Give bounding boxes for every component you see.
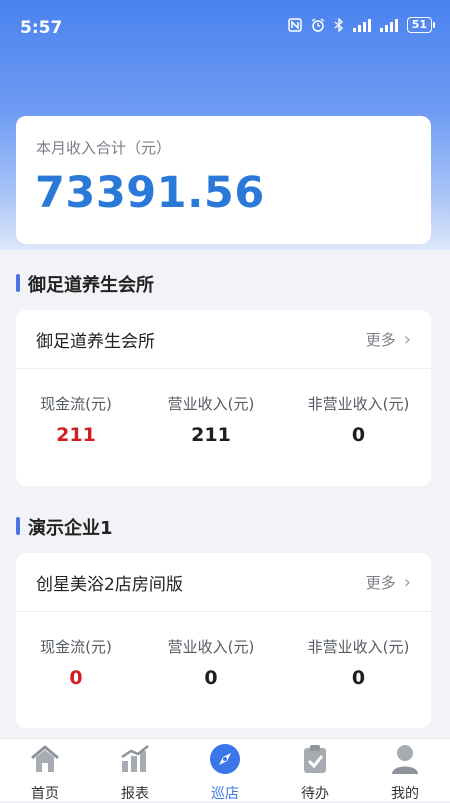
tab-store-inspection[interactable]: 巡店 xyxy=(180,739,270,802)
stat-value: 0 xyxy=(69,667,83,689)
tab-home[interactable]: 首页 xyxy=(0,739,90,802)
tab-label: 首页 xyxy=(31,786,59,802)
store-stats: 现金流(元) 0 营业收入(元) 0 非营业收入(元) 0 xyxy=(16,612,431,729)
stat-cash-flow: 现金流(元) 0 xyxy=(16,636,136,689)
signal-icon-2 xyxy=(379,18,398,32)
stat-cash-flow: 现金流(元) 211 xyxy=(16,393,136,446)
store-card-header[interactable]: 创星美浴2店房间版 更多 › xyxy=(16,553,431,612)
more-link[interactable]: 更多 › xyxy=(366,572,411,593)
signal-icon xyxy=(352,18,371,32)
tab-label: 报表 xyxy=(121,786,149,802)
section-title-1: 御足道养生会所 xyxy=(16,271,154,297)
monthly-income-label: 本月收入合计（元） xyxy=(36,139,172,157)
stat-label: 现金流(元) xyxy=(40,638,112,656)
battery-icon: 51 xyxy=(406,17,436,33)
home-icon xyxy=(31,745,59,772)
store-stats: 现金流(元) 211 营业收入(元) 211 非营业收入(元) 0 xyxy=(16,369,431,486)
nfc-icon xyxy=(287,18,302,32)
status-bar: 5:57 51 xyxy=(0,0,450,50)
tab-label: 巡店 xyxy=(211,786,239,802)
stat-value: 0 xyxy=(204,667,218,689)
status-time: 5:57 xyxy=(20,18,63,38)
store-card-1: 御足道养生会所 更多 › 现金流(元) 211 营业收入(元) 211 非营业收… xyxy=(16,310,431,486)
status-icons: 51 xyxy=(287,17,436,33)
stat-operating-income: 营业收入(元) 211 xyxy=(151,393,271,446)
tab-profile[interactable]: 我的 xyxy=(360,739,450,802)
stat-value: 211 xyxy=(56,424,96,446)
monthly-income-card: 本月收入合计（元） 73391.56 xyxy=(16,116,431,244)
tab-reports[interactable]: 报表 xyxy=(90,739,180,802)
store-name: 创星美浴2店房间版 xyxy=(36,575,183,595)
store-card-header[interactable]: 御足道养生会所 更多 › xyxy=(16,310,431,369)
chevron-right-icon: › xyxy=(403,571,411,593)
stat-label: 营业收入(元) xyxy=(167,395,255,413)
stat-value: 211 xyxy=(191,424,231,446)
more-label: 更多 xyxy=(365,331,396,349)
stat-label: 非营业收入(元) xyxy=(307,638,410,656)
store-card-2: 创星美浴2店房间版 更多 › 现金流(元) 0 营业收入(元) 0 非营业收入(… xyxy=(16,553,431,728)
alarm-icon xyxy=(311,18,325,32)
tab-label: 待办 xyxy=(301,786,329,802)
more-link[interactable]: 更多 › xyxy=(366,329,411,350)
more-label: 更多 xyxy=(365,574,396,592)
bottom-tab-bar: 首页 报表 巡店 待办 我的 xyxy=(0,738,450,802)
stat-label: 非营业收入(元) xyxy=(307,395,410,413)
report-chart-icon xyxy=(121,745,149,772)
compass-icon xyxy=(210,744,240,774)
bluetooth-icon xyxy=(334,18,343,32)
stat-operating-income: 营业收入(元) 0 xyxy=(151,636,271,689)
monthly-income-value: 73391.56 xyxy=(35,168,265,218)
stat-label: 营业收入(元) xyxy=(167,638,255,656)
stat-label: 现金流(元) xyxy=(40,395,112,413)
stat-value: 0 xyxy=(351,424,366,446)
tab-todo[interactable]: 待办 xyxy=(270,739,360,802)
chevron-right-icon: › xyxy=(403,328,411,350)
stat-value: 0 xyxy=(351,667,366,689)
tab-label: 我的 xyxy=(391,786,419,802)
section-title-2: 演示企业1 xyxy=(16,514,113,540)
clipboard-check-icon xyxy=(304,745,326,773)
stat-non-operating-income: 非营业收入(元) 0 xyxy=(296,393,421,446)
store-name: 御足道养生会所 xyxy=(36,332,155,352)
stat-non-operating-income: 非营业收入(元) 0 xyxy=(296,636,421,689)
user-icon xyxy=(392,745,418,774)
